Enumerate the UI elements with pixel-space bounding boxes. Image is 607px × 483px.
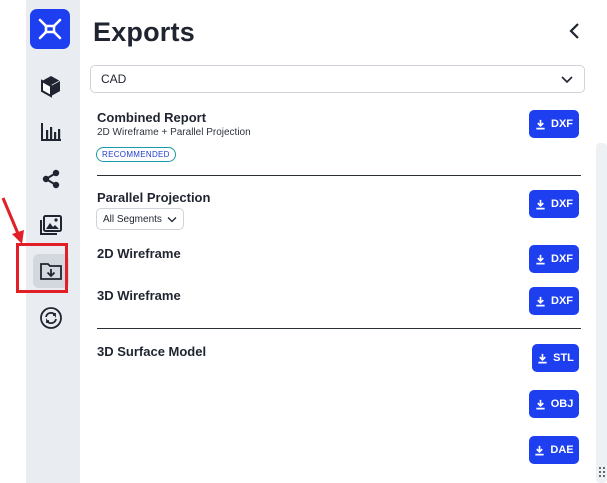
dxf-label: DXF (551, 253, 573, 265)
chevron-left-icon (569, 23, 579, 39)
download-icon (538, 353, 547, 363)
combined-report-dxf-button[interactable]: DXF (529, 110, 579, 138)
dxf-label: DXF (551, 198, 573, 210)
parallel-projection-dxf-button[interactable]: DXF (529, 190, 579, 218)
bar-chart-icon (41, 123, 61, 141)
dxf-label: DXF (551, 295, 573, 307)
annotation-arrow (1, 197, 24, 244)
sidebar-item-share[interactable] (33, 162, 69, 196)
sidebar-item-gallery[interactable] (33, 208, 69, 242)
logo-icon (38, 18, 62, 40)
scrollbar[interactable] (596, 143, 607, 483)
wireframe-2d-dxf-button[interactable]: DXF (529, 245, 579, 273)
sidebar-item-sync[interactable] (33, 301, 69, 335)
download-icon (536, 254, 545, 264)
download-icon (535, 445, 544, 455)
surface-model-stl-button[interactable]: STL (532, 344, 579, 372)
combined-report-title: Combined Report (97, 110, 207, 125)
surface-model-obj-button[interactable]: OBJ (529, 390, 579, 418)
chevron-down-icon (561, 76, 573, 84)
surface-model-dae-button[interactable]: DAE (529, 436, 579, 464)
wireframe-3d-title: 3D Wireframe (97, 288, 181, 303)
section-divider (97, 175, 581, 176)
combined-report-subtitle: 2D Wireframe + Parallel Projection (97, 127, 251, 138)
segments-select-value: All Segments (103, 213, 162, 225)
format-select[interactable]: CAD (90, 65, 585, 93)
sidebar-item-reports[interactable] (33, 115, 69, 149)
gallery-icon (40, 215, 62, 235)
cube-icon (41, 76, 61, 98)
wireframe-2d-title: 2D Wireframe (97, 246, 181, 261)
share-icon (42, 169, 60, 189)
parallel-projection-title: Parallel Projection (97, 190, 211, 205)
format-select-value: CAD (101, 72, 127, 86)
resize-grip-icon[interactable] (598, 466, 606, 480)
sidebar-item-model[interactable] (33, 69, 69, 103)
annotation-highlight (16, 243, 68, 293)
dae-label: DAE (550, 444, 574, 456)
surface-model-title: 3D Surface Model (97, 344, 207, 359)
chevron-down-icon (167, 216, 177, 222)
obj-label: OBJ (550, 398, 574, 410)
panel-title: Exports (93, 17, 195, 47)
download-icon (536, 399, 545, 409)
sync-icon (40, 307, 62, 329)
download-icon (536, 199, 545, 209)
download-icon (536, 296, 545, 306)
dxf-label: DXF (551, 118, 573, 130)
recommended-badge: RECOMMENDED (96, 147, 176, 162)
download-icon (536, 119, 545, 129)
segments-select[interactable]: All Segments (96, 208, 184, 230)
collapse-button[interactable] (564, 20, 586, 42)
wireframe-3d-dxf-button[interactable]: DXF (529, 287, 579, 315)
stl-label: STL (553, 352, 574, 364)
section-divider (97, 328, 581, 329)
app-logo[interactable] (30, 9, 70, 49)
